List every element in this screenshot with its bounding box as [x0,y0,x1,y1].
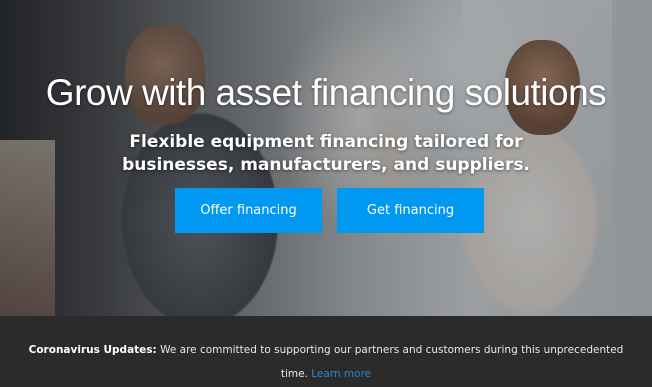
hero-section: Grow with asset financing solutions Flex… [0,0,652,316]
banner-message: We are committed to supporting our partn… [160,344,624,380]
banner-label: Coronavirus Updates: [28,344,157,356]
coronavirus-updates-banner: Coronavirus Updates: We are committed to… [0,316,652,387]
learn-more-link[interactable]: Learn more [311,368,371,380]
offer-financing-button[interactable]: Offer financing [175,188,322,233]
banner-text: Coronavirus Updates: We are committed to… [18,338,634,386]
page: Grow with asset financing solutions Flex… [0,0,652,387]
hero-subheadline: Flexible equipment financing tailored fo… [122,132,530,175]
hero-headline: Grow with asset financing solutions [45,72,607,113]
get-financing-button[interactable]: Get financing [337,188,484,233]
